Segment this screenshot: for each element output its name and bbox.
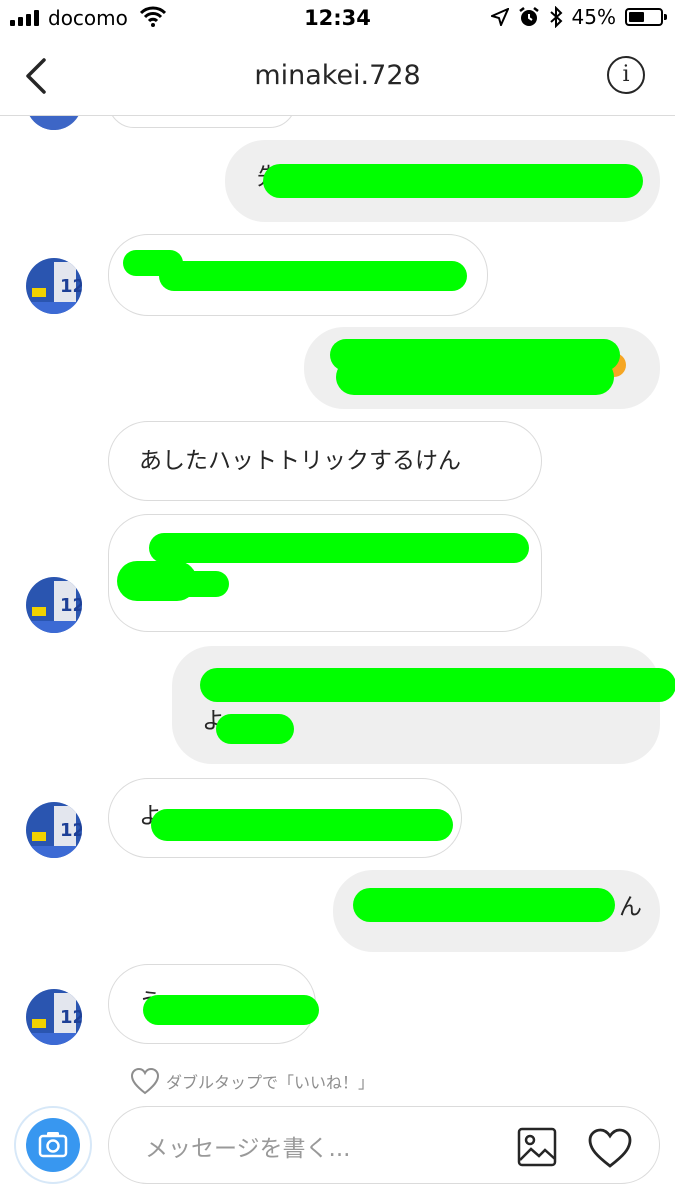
status-bar: docomo 12:34 45% — [0, 0, 675, 38]
redaction-mark — [145, 571, 229, 597]
redaction-mark — [143, 995, 319, 1025]
svg-text:12: 12 — [60, 276, 82, 297]
message-text: あしたハットトリックするけん — [139, 448, 461, 474]
message-bubble[interactable] — [108, 514, 542, 632]
battery-icon — [625, 8, 667, 26]
camera-button[interactable] — [14, 1106, 92, 1184]
redaction-mark — [216, 714, 294, 744]
avatar[interactable]: 12 — [26, 577, 82, 633]
svg-text:12: 12 — [60, 595, 82, 616]
message-bubble[interactable]: 先 — [225, 140, 660, 222]
avatar[interactable]: 12 — [26, 802, 82, 858]
message-bubble[interactable]: あしたハットトリックするけん — [108, 421, 542, 501]
svg-text:12: 12 — [60, 820, 82, 841]
svg-text:12: 12 — [60, 1007, 82, 1028]
message-bubble[interactable] — [108, 116, 296, 128]
redaction-mark — [263, 164, 643, 198]
redaction-mark — [149, 533, 529, 563]
message-input[interactable]: メッセージを書く... — [108, 1106, 660, 1184]
redaction-mark — [200, 668, 675, 702]
redaction-mark — [159, 261, 467, 291]
message-composer: メッセージを書く... — [0, 1096, 675, 1200]
message-list[interactable]: 先 12 あしたハットトリックするけん 12 よ 12 — [0, 116, 675, 1096]
double-tap-like-hint: ダブルタップで「いいね！」 — [130, 1067, 374, 1095]
message-bubble[interactable]: ん — [333, 870, 660, 952]
chat-header: minakei.728 i — [0, 38, 675, 116]
location-icon — [490, 8, 509, 26]
message-text: ん — [619, 894, 642, 920]
redaction-mark — [353, 888, 615, 922]
redaction-mark — [151, 809, 453, 841]
gallery-icon[interactable] — [517, 1127, 557, 1167]
camera-icon — [26, 1118, 80, 1172]
message-bubble[interactable]: う — [108, 964, 319, 1044]
avatar[interactable]: 12 — [26, 989, 82, 1045]
info-icon[interactable]: i — [607, 56, 645, 94]
message-bubble[interactable]: よ — [108, 778, 462, 858]
heart-icon[interactable] — [587, 1127, 633, 1169]
battery-percent: 45% — [571, 5, 616, 29]
heart-outline-icon — [130, 1067, 160, 1095]
message-bubble[interactable] — [304, 327, 660, 409]
message-input-placeholder: メッセージを書く... — [145, 1136, 351, 1162]
alarm-icon — [518, 7, 539, 26]
message-bubble[interactable]: よ — [172, 646, 675, 764]
message-bubble[interactable] — [108, 234, 488, 316]
avatar[interactable]: 12 — [26, 258, 82, 314]
avatar[interactable] — [26, 116, 82, 130]
like-hint-text: ダブルタップで「いいね！」 — [166, 1073, 375, 1092]
redaction-mark — [336, 359, 614, 395]
chat-username[interactable]: minakei.728 — [0, 60, 675, 91]
bluetooth-icon — [549, 6, 562, 28]
